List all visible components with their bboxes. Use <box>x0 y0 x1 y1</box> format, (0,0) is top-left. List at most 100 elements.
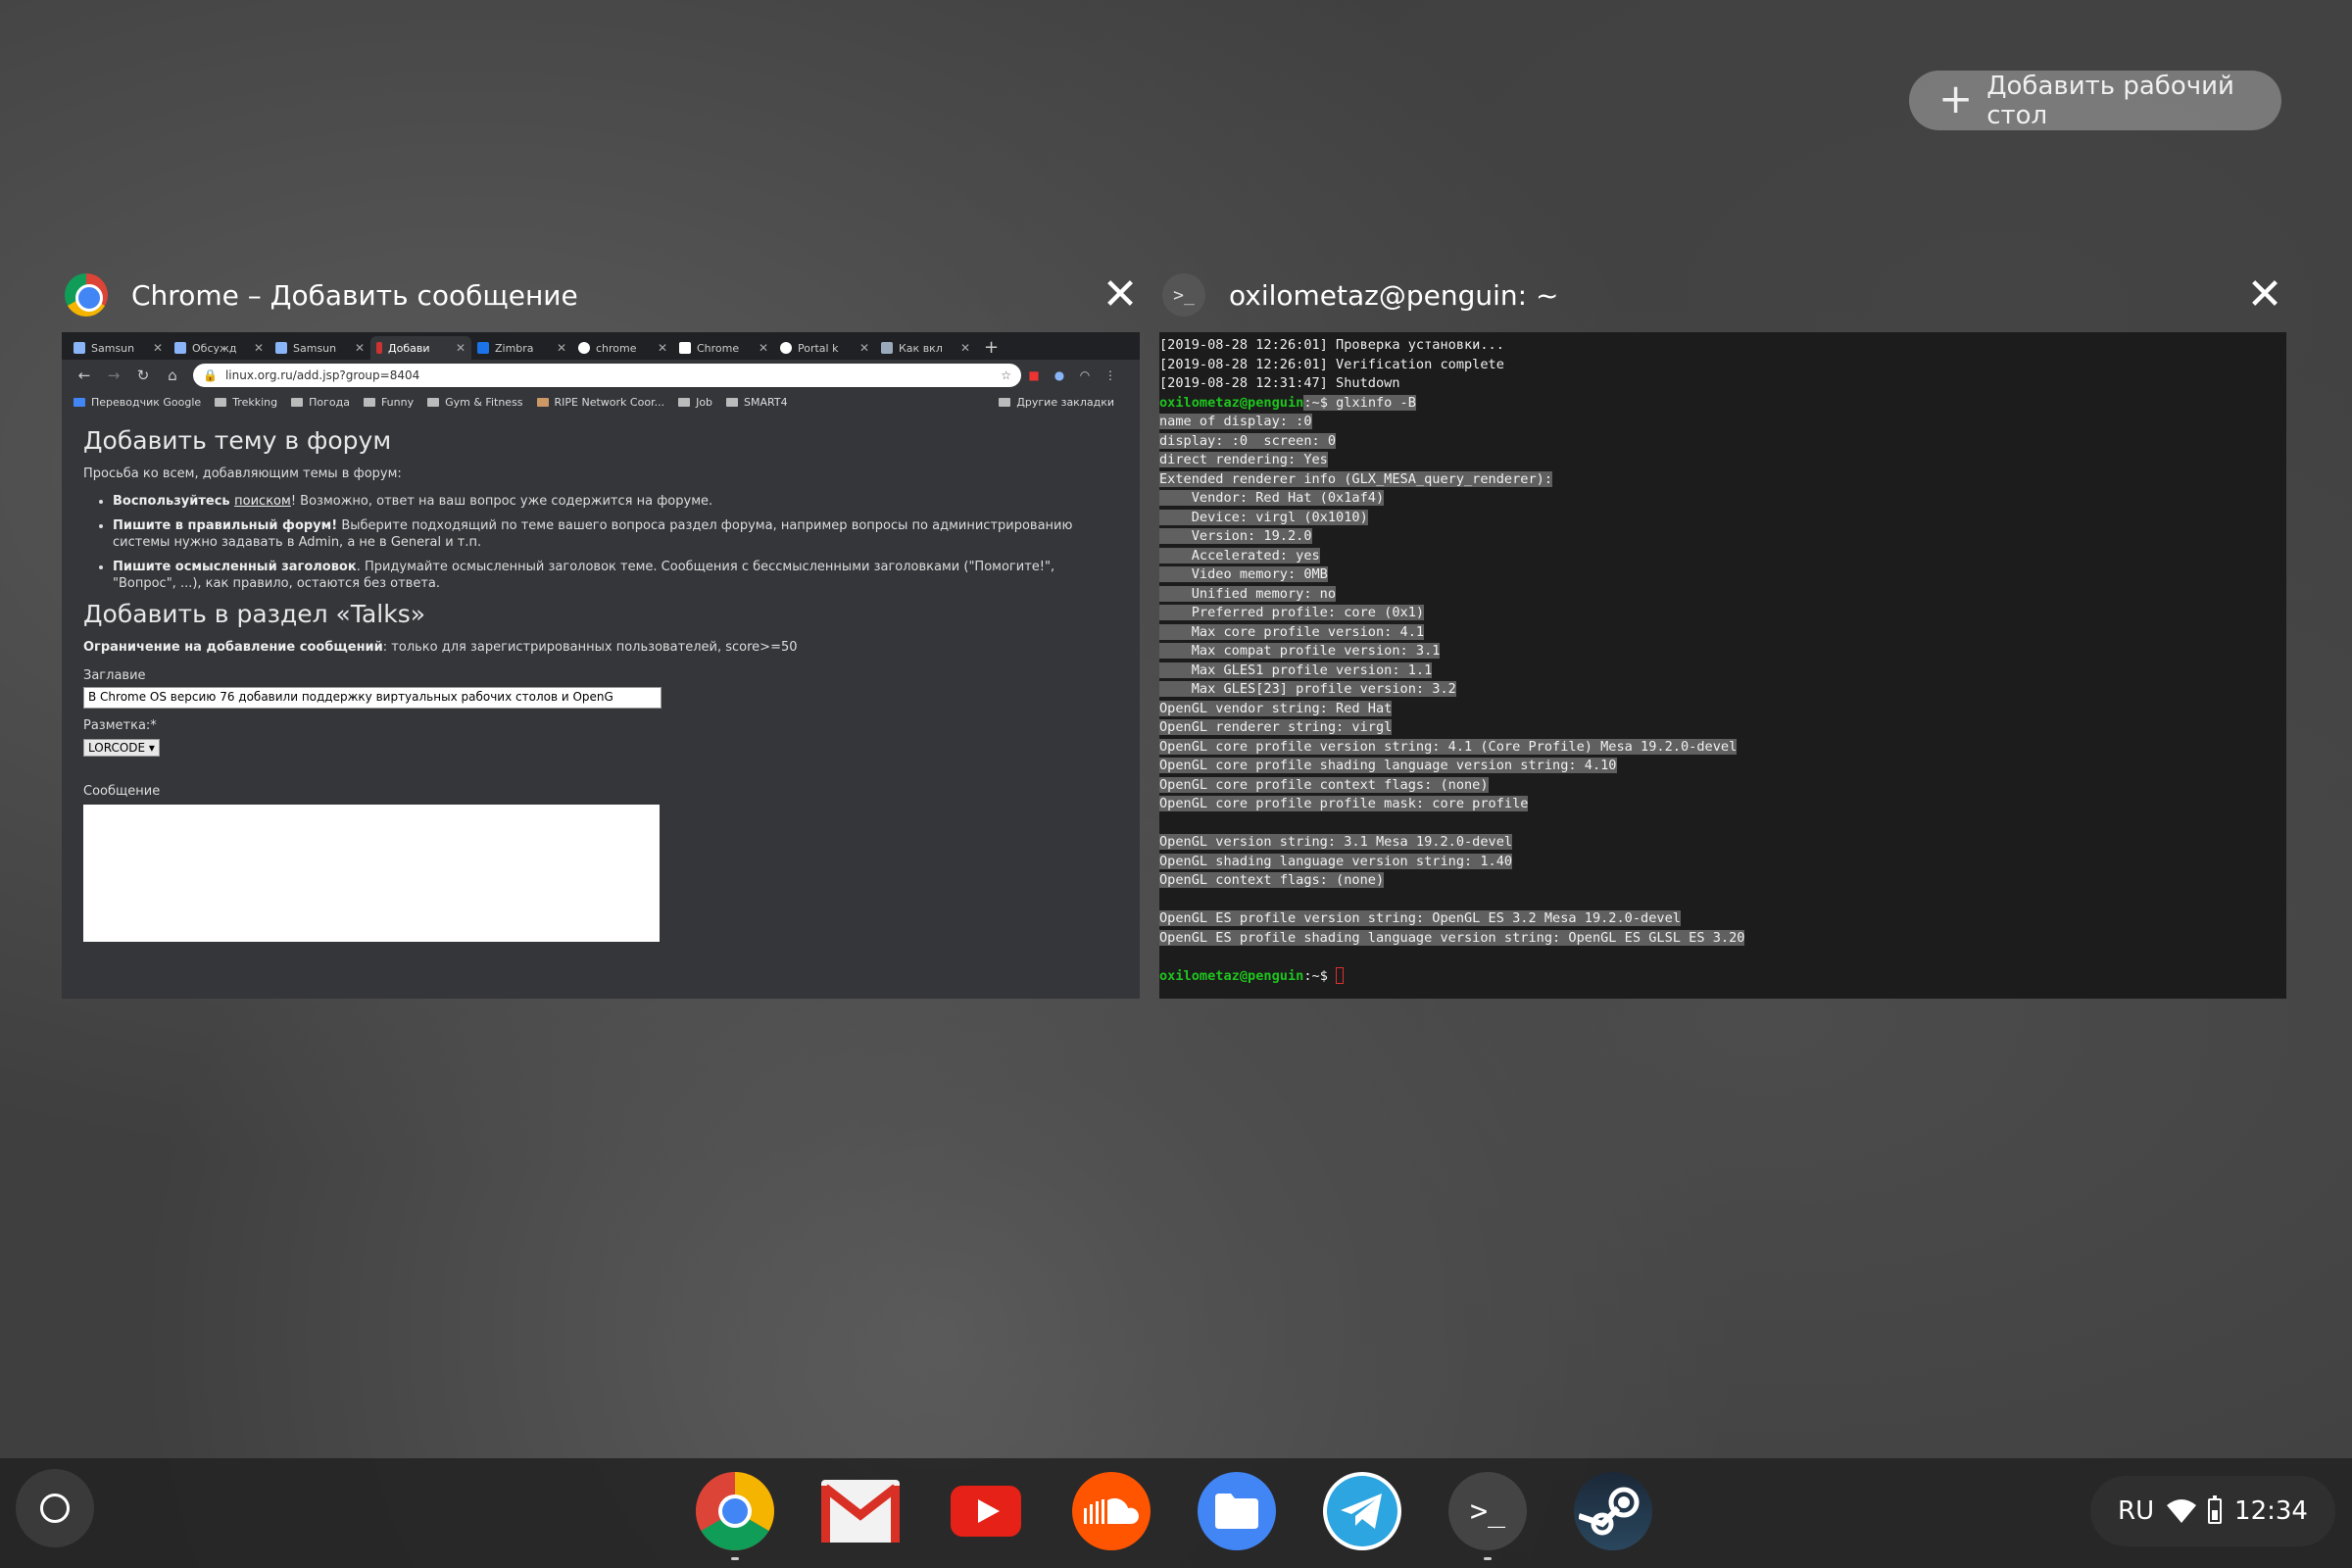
terminal-output-line: display: :0 screen: 0 <box>1159 432 1337 449</box>
tab[interactable]: Samsun ✕ <box>68 336 169 360</box>
tab[interactable]: Samsun ✕ <box>270 336 370 360</box>
close-terminal-window-button[interactable]: ✕ <box>2242 272 2287 318</box>
title-input[interactable]: В Chrome OS версию 76 добавили поддержку… <box>83 687 662 709</box>
samsung-favicon-icon <box>275 342 287 354</box>
telegram-icon <box>1327 1476 1397 1546</box>
close-tab-icon[interactable]: ✕ <box>153 341 163 355</box>
terminal-icon: >_ <box>1469 1494 1506 1529</box>
youtube-icon <box>951 1486 1021 1537</box>
forward-icon[interactable]: → <box>99 367 128 384</box>
bookmark-item[interactable]: Trekking <box>215 396 277 409</box>
terminal-output-line: name of display: :0 <box>1159 414 1312 429</box>
close-tab-icon[interactable]: ✕ <box>254 341 264 355</box>
page-content: Добавить тему в форум Просьба ко всем, д… <box>62 413 1140 948</box>
close-tab-icon[interactable]: ✕ <box>859 341 869 355</box>
intro-text: Просьба ко всем, добавляющим темы в фору… <box>83 466 402 481</box>
bookmark-item[interactable]: Переводчик Google <box>74 396 201 409</box>
extension-icon[interactable]: ■ <box>1021 368 1047 382</box>
launcher-button[interactable] <box>16 1469 94 1547</box>
translate-icon <box>74 397 85 407</box>
terminal-output-line: Max GLES1 profile version: 1.1 <box>1159 662 1433 678</box>
extension-icon[interactable]: ● <box>1047 368 1072 382</box>
shelf-app-terminal[interactable]: >_ <box>1448 1472 1527 1560</box>
dropdown-arrow-icon: ▾ <box>148 741 155 755</box>
tab[interactable]: Как вкл ✕ <box>875 336 976 360</box>
bookmark-item[interactable]: Gym & Fitness <box>427 396 523 409</box>
terminal-output-line: Device: virgl (0x1010) <box>1159 509 1368 525</box>
address-bar[interactable]: 🔒 linux.org.ru/add.jsp?group=8404 ☆ <box>193 364 1021 387</box>
terminal-output-line: Vendor: Red Hat (0x1af4) <box>1159 490 1385 506</box>
terminal-output-line: Unified memory: no <box>1159 585 1337 602</box>
add-desk-button[interactable]: + Добавить рабочий стол <box>1909 71 2281 130</box>
samsung-favicon-icon <box>74 342 85 354</box>
profile-icon[interactable]: ◠ <box>1072 368 1098 382</box>
bookmark-star-icon[interactable]: ☆ <box>1001 368 1011 382</box>
title-label: Заглавие <box>83 668 146 683</box>
shelf-app-soundcloud[interactable] <box>1072 1472 1151 1550</box>
new-tab-icon[interactable]: + <box>984 337 999 358</box>
close-tab-icon[interactable]: ✕ <box>355 341 365 355</box>
terminal-output-line: OpenGL core profile version string: 4.1 … <box>1159 738 1738 755</box>
terminal-line: [2019-08-28 12:31:47] Shutdown <box>1159 375 1400 391</box>
tab[interactable]: Chrome ✕ <box>673 336 774 360</box>
search-link[interactable]: поиском <box>234 494 291 509</box>
chrome-window-header[interactable]: Chrome – Добавить сообщение <box>65 267 578 323</box>
terminal-output: name of display: :0 display: :0 screen: 0… <box>1159 413 2286 967</box>
message-textarea[interactable] <box>83 805 660 942</box>
status-tray[interactable]: RU 12:34 <box>2090 1476 2335 1546</box>
terminal-icon: >_ <box>1162 273 1205 317</box>
terminal-output-line: OpenGL core profile context flags: (none… <box>1159 776 1489 793</box>
close-tab-icon[interactable]: ✕ <box>960 341 970 355</box>
chrome-window-preview[interactable]: Samsun ✕ Обсужд ✕ Samsun ✕ Добави ✕ Zimbra ✕ … <box>62 332 1140 999</box>
bookmark-item[interactable]: Job <box>678 396 712 409</box>
wifi-icon <box>2166 1499 2196 1523</box>
shelf-app-youtube[interactable] <box>947 1472 1025 1550</box>
shelf-app-steam[interactable] <box>1574 1472 1652 1550</box>
shelf-app-files[interactable] <box>1198 1472 1276 1550</box>
markup-select[interactable]: LORCODE ▾ <box>83 739 160 757</box>
folder-icon <box>427 397 440 407</box>
bookmark-item[interactable]: Funny <box>363 396 414 409</box>
close-tab-icon[interactable]: ✕ <box>759 341 768 355</box>
bookmark-item[interactable]: SMART4 <box>726 396 788 409</box>
clock: 12:34 <box>2234 1496 2308 1526</box>
restriction-text: Ограничение на добавление сообщений: тол… <box>83 640 798 655</box>
close-tab-icon[interactable]: ✕ <box>557 341 566 355</box>
tab[interactable]: Обсужд ✕ <box>169 336 270 360</box>
terminal-window-header[interactable]: >_ oxilometaz@penguin: ~ <box>1162 267 1558 323</box>
close-tab-icon[interactable]: ✕ <box>456 341 466 355</box>
command-line: oxilometaz@penguin:~$ glxinfo -B <box>1159 394 1416 411</box>
running-indicator <box>1484 1557 1492 1560</box>
tab[interactable]: Portal k ✕ <box>774 336 875 360</box>
close-chrome-window-button[interactable]: ✕ <box>1098 272 1143 318</box>
chrome-icon <box>696 1472 774 1550</box>
terminal-output-line: Preferred profile: core (0x1) <box>1159 605 1425 620</box>
bookmarks-bar: Переводчик Google Trekking Погода Funny … <box>62 391 1140 413</box>
tab[interactable]: chrome ✕ <box>572 336 673 360</box>
add-desk-label: Добавить рабочий стол <box>1986 71 2234 130</box>
bookmark-item[interactable]: RIPE Network Coor... <box>536 396 664 409</box>
other-bookmarks[interactable]: Другие закладки <box>999 396 1114 409</box>
ripe-icon <box>536 397 549 407</box>
terminal-window-preview[interactable]: [2019-08-28 12:26:01] Проверка установки… <box>1159 332 2286 999</box>
tab[interactable]: Zimbra ✕ <box>471 336 572 360</box>
shelf-app-telegram[interactable] <box>1323 1472 1401 1550</box>
shelf-app-chrome[interactable] <box>696 1472 774 1560</box>
reload-icon[interactable]: ↻ <box>128 367 158 384</box>
active-prompt-line[interactable]: oxilometaz@penguin:~$ <box>1159 967 2286 987</box>
close-icon: ✕ <box>2246 270 2283 319</box>
tab-active[interactable]: Добави ✕ <box>370 336 471 360</box>
page-favicon-icon <box>881 342 893 354</box>
terminal-output-line: Max core profile version: 4.1 <box>1159 623 1425 640</box>
menu-icon[interactable]: ⋮ <box>1098 368 1123 382</box>
list-item: Пишите осмысленный заголовок. Придумайте… <box>113 559 1118 592</box>
google-favicon-icon <box>578 342 590 354</box>
shelf-app-gmail[interactable] <box>821 1472 900 1550</box>
home-icon[interactable]: ⌂ <box>158 367 187 384</box>
close-tab-icon[interactable]: ✕ <box>658 341 667 355</box>
bookmark-item[interactable]: Погода <box>291 396 350 409</box>
google-favicon-icon <box>780 342 792 354</box>
battery-icon <box>2208 1495 2223 1524</box>
back-icon[interactable]: ← <box>70 367 99 384</box>
